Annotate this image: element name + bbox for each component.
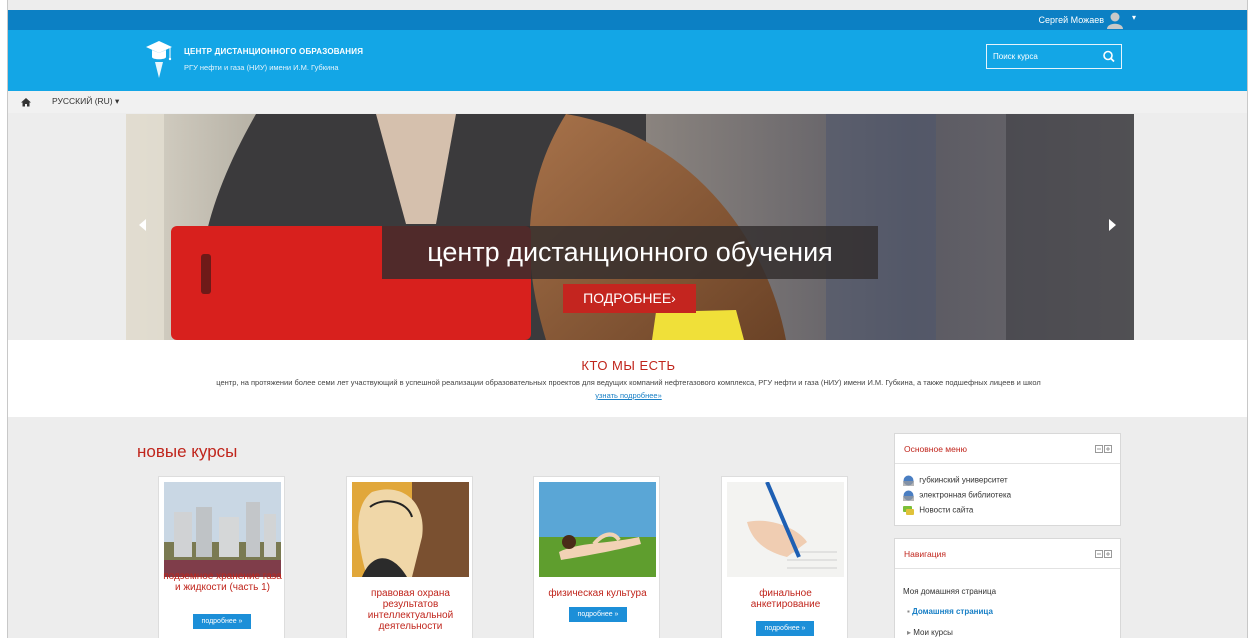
course-title[interactable]: физическая культура xyxy=(538,588,657,599)
course-title[interactable]: финальное анкетирование xyxy=(726,588,845,610)
course-title[interactable]: подземное хранение газа и жидкости (част… xyxy=(163,571,282,593)
about-more-link[interactable]: узнать подробнее» xyxy=(8,391,1247,400)
site-title[interactable]: ЦЕНТР ДИСТАНЦИОННОГО ОБРАЗОВАНИЯ xyxy=(184,47,363,56)
course-more-button[interactable]: подробнее » xyxy=(756,621,814,636)
search-input[interactable] xyxy=(987,45,1095,68)
url-globe-icon xyxy=(903,475,914,486)
browser-page: Сергей Можаев ▾ ЦЕНТР ДИСТАНЦИОННОГО ОБР… xyxy=(7,0,1248,638)
expand-arrow-icon[interactable]: ▸ xyxy=(907,628,911,637)
top-bar: Сергей Можаев ▾ xyxy=(8,10,1247,30)
course-title[interactable]: правовая охрана результатов интеллектуал… xyxy=(351,588,470,632)
new-courses-title: новые курсы xyxy=(137,442,238,461)
bullet-icon: ▪ xyxy=(907,607,910,616)
navigation-title: Навигация xyxy=(904,549,946,559)
language-bar: РУССКИЙ (RU) ▾ xyxy=(8,91,1247,113)
site-header: ЦЕНТР ДИСТАНЦИОННОГО ОБРАЗОВАНИЯ РГУ неф… xyxy=(8,30,1247,91)
course-search xyxy=(986,44,1122,69)
main-menu-block: Основное меню губкинский университет эле… xyxy=(894,433,1121,526)
site-subtitle: РГУ нефти и газа (НИУ) имени И.М. Губкин… xyxy=(184,63,339,72)
user-avatar-icon[interactable] xyxy=(1106,11,1124,29)
hero-more-button[interactable]: ПОДРОБНЕЕ› xyxy=(563,284,696,313)
search-icon[interactable] xyxy=(1097,45,1121,68)
forum-icon xyxy=(903,506,914,515)
slider-prev-arrow-icon[interactable] xyxy=(139,219,147,231)
about-text: центр, на протяжении более семи лет учас… xyxy=(216,378,1041,387)
url-globe-icon xyxy=(903,490,914,501)
about-title: КТО МЫ ЕСТЬ xyxy=(581,358,676,373)
course-card[interactable]: подземное хранение газа и жидкости (част… xyxy=(158,476,285,638)
course-image-intellectual-property[interactable] xyxy=(352,482,469,577)
hero-slider: центр дистанционного обучения ПОДРОБНЕЕ› xyxy=(126,114,1134,340)
nav-item-my-courses[interactable]: ▸ Мои курсы xyxy=(907,628,953,637)
course-card[interactable]: физическая культура подробнее » xyxy=(533,476,660,638)
graduation-cap-logo-icon[interactable] xyxy=(143,38,173,80)
course-card[interactable]: финальное анкетирование подробнее » xyxy=(721,476,848,638)
course-image-final-survey[interactable] xyxy=(727,482,844,577)
slider-next-arrow-icon[interactable] xyxy=(1108,219,1116,231)
main-menu-item[interactable]: губкинский университет xyxy=(903,475,1008,486)
main-menu-item[interactable]: электронная библиотека xyxy=(903,490,1011,501)
about-section: КТО МЫ ЕСТЬ центр, на протяжении более с… xyxy=(8,340,1247,417)
language-selector[interactable]: РУССКИЙ (RU) ▾ xyxy=(52,96,119,107)
hero-caption: центр дистанционного обучения xyxy=(382,226,878,279)
user-menu-caret-icon[interactable]: ▾ xyxy=(1132,13,1136,22)
home-icon[interactable] xyxy=(21,97,31,107)
navigation-header: Навигация xyxy=(895,539,1120,569)
nav-item-home[interactable]: ▪ Домашняя страница xyxy=(907,607,993,616)
course-more-button[interactable]: подробнее » xyxy=(193,614,251,629)
main-menu-title: Основное меню xyxy=(904,444,967,454)
block-controls-icon[interactable] xyxy=(1095,445,1112,453)
course-image-gas-storage[interactable] xyxy=(164,482,281,577)
course-more-button[interactable]: подробнее » xyxy=(569,607,627,622)
nav-my-home[interactable]: Моя домашняя страница xyxy=(903,587,996,596)
main-menu-item[interactable]: Новости сайта xyxy=(903,505,973,516)
user-name[interactable]: Сергей Можаев xyxy=(1039,12,1104,28)
course-image-physical-culture[interactable] xyxy=(539,482,656,577)
block-controls-icon[interactable] xyxy=(1095,550,1112,558)
navigation-block: Навигация Моя домашняя страница ▪ Домашн… xyxy=(894,538,1121,638)
main-menu-header: Основное меню xyxy=(895,434,1120,464)
course-card[interactable]: правовая охрана результатов интеллектуал… xyxy=(346,476,473,638)
